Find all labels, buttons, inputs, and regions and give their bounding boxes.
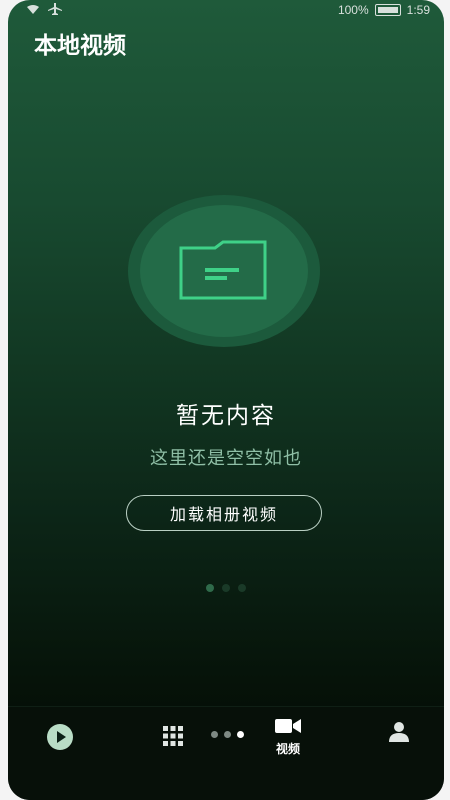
wifi-icon: [26, 4, 40, 18]
nav-video-tab[interactable]: 视频: [264, 717, 312, 757]
status-right: 100% 1:59: [338, 3, 430, 17]
status-time: 1:59: [406, 3, 430, 17]
play-circle-icon: [46, 724, 74, 755]
nav-dot-2: [224, 731, 231, 738]
page-dot-2: [222, 584, 230, 592]
empty-state-subtitle: 这里还是空空如也: [150, 448, 302, 469]
status-left: [26, 3, 62, 18]
nav-dot-1: [211, 731, 218, 738]
page-indicator: [8, 584, 444, 592]
battery-percent: 100%: [337, 3, 369, 17]
status-bar: 100% 1:59: [8, 0, 444, 22]
battery-icon: [374, 4, 401, 16]
nav-grid-button[interactable]: [163, 726, 183, 750]
page-dot-1: [206, 584, 214, 592]
user-icon: [388, 722, 410, 747]
empty-illustration: [128, 195, 320, 347]
nav-page-dots: [211, 731, 244, 738]
video-camera-icon: [275, 719, 301, 739]
nav-user-button[interactable]: [388, 721, 410, 747]
nav-video-label: 视频: [275, 742, 300, 756]
airplane-icon: [48, 3, 62, 18]
nav-dot-3: [237, 731, 244, 738]
phone-screen: 100% 1:59 本地视频 暂无内容 这里还是空空如也 加载相册视频 视频: [8, 0, 444, 800]
folder-icon: [177, 236, 271, 306]
page-dot-3: [238, 584, 246, 592]
empty-state-title: 暂无内容: [176, 403, 276, 429]
nav-play-button[interactable]: [46, 723, 74, 755]
grid-icon: [163, 726, 183, 750]
load-album-videos-button[interactable]: 加载相册视频: [126, 495, 322, 531]
empty-illustration-inner: [140, 205, 308, 337]
bottom-nav: 视频: [8, 706, 444, 800]
page-title: 本地视频: [34, 33, 126, 59]
